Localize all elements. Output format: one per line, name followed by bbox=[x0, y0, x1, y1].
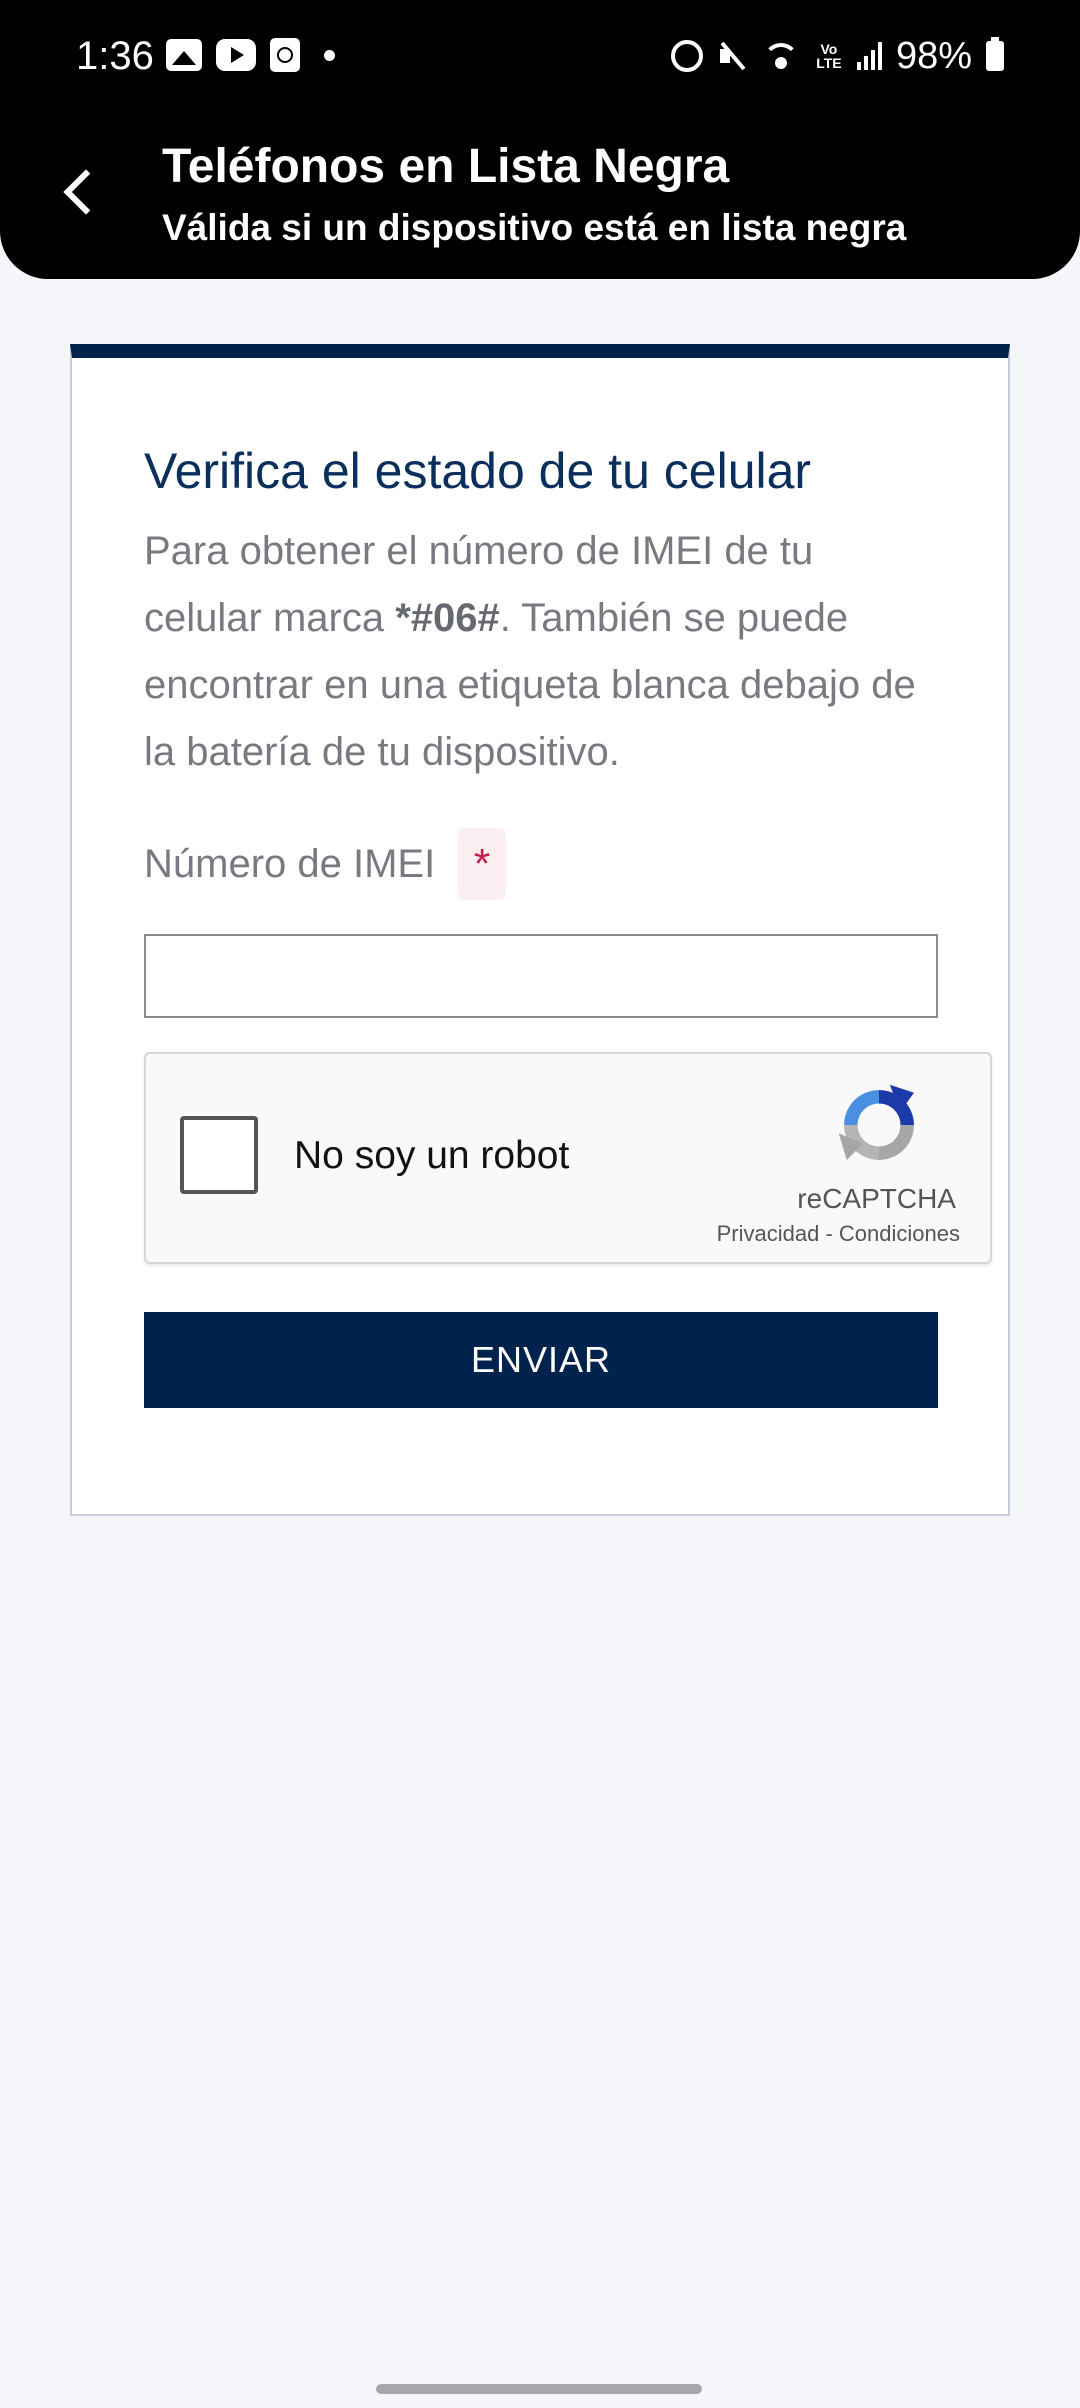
status-time: 1:36 bbox=[76, 34, 154, 78]
mute-icon bbox=[717, 41, 747, 71]
page-subtitle: Válida si un dispositivo está en lista n… bbox=[162, 207, 907, 248]
recaptcha-logo-icon bbox=[838, 1084, 914, 1160]
volte-icon: Vo LTE bbox=[816, 41, 842, 71]
clock-app-icon bbox=[270, 38, 300, 72]
page-title: Teléfonos en Lista Negra bbox=[162, 140, 730, 193]
gallery-icon bbox=[166, 39, 202, 71]
app-header: 1:36 Vo LTE 98% Teléfonos en Lista Negra… bbox=[0, 0, 1080, 279]
youtube-icon bbox=[216, 39, 256, 71]
back-arrow-icon[interactable] bbox=[52, 158, 112, 230]
imei-input[interactable] bbox=[144, 934, 938, 1018]
recaptcha-widget: No soy un robot reCAPTCHA Privacidad - C… bbox=[144, 1052, 992, 1264]
imei-field-label: Número de IMEI bbox=[144, 842, 436, 886]
status-notification-icons bbox=[166, 38, 335, 72]
card-title: Verifica el estado de tu celular bbox=[144, 443, 812, 499]
imei-dial-code: *#06# bbox=[395, 596, 500, 640]
home-indicator[interactable] bbox=[376, 2384, 702, 2394]
signal-icon bbox=[856, 42, 882, 70]
recaptcha-privacy-link[interactable]: Privacidad bbox=[717, 1221, 820, 1246]
card-description: Para obtener el número de IMEI de tu cel… bbox=[144, 518, 934, 786]
recaptcha-checkbox[interactable] bbox=[180, 1116, 258, 1194]
recaptcha-link-separator: - bbox=[825, 1221, 833, 1246]
alarm-icon bbox=[670, 40, 703, 72]
recaptcha-links: Privacidad - Condiciones bbox=[717, 1220, 960, 1248]
battery-percentage: 98% bbox=[895, 35, 972, 77]
notification-dot-icon bbox=[324, 49, 335, 61]
recaptcha-label: No soy un robot bbox=[294, 1134, 570, 1177]
required-indicator: * bbox=[458, 828, 506, 900]
status-system-icons: Vo LTE 98% bbox=[670, 30, 1004, 82]
wifi-icon bbox=[761, 41, 801, 71]
battery-icon bbox=[986, 37, 1004, 71]
submit-button[interactable]: ENVIAR bbox=[144, 1312, 938, 1408]
recaptcha-brand: reCAPTCHA bbox=[797, 1183, 956, 1214]
recaptcha-terms-link[interactable]: Condiciones bbox=[839, 1221, 960, 1246]
imei-check-card: Verifica el estado de tu celular Para ob… bbox=[70, 344, 1010, 1516]
